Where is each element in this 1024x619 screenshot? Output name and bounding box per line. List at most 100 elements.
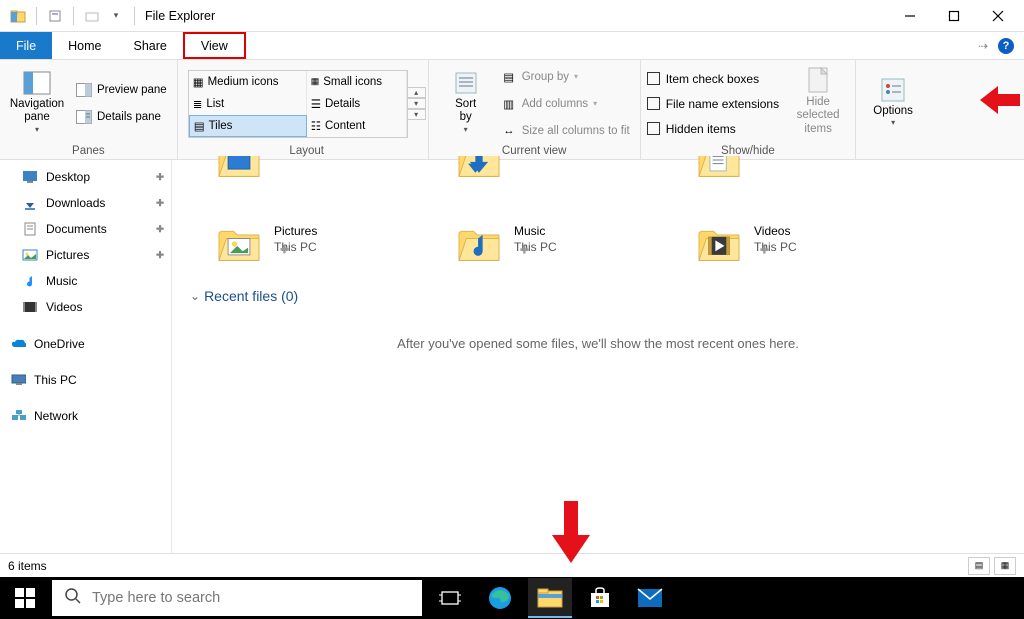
size-columns-icon: ↔ [501, 123, 517, 139]
ribbon-group-options: Options ▾ [856, 60, 930, 159]
layout-details[interactable]: ☰Details [307, 93, 407, 115]
new-folder-icon[interactable] [82, 6, 102, 26]
recent-files-empty-message: After you've opened some files, we'll sh… [182, 336, 1014, 351]
hide-selected-items-button[interactable]: Hide selected items [787, 64, 849, 138]
ribbon-view: Navigation pane ▾ Preview pane Details p… [0, 60, 1024, 160]
customize-qat-dropdown-icon[interactable]: ▾ [106, 6, 126, 26]
sidebar-item-documents[interactable]: Documents✖ [0, 216, 171, 242]
group-by-button[interactable]: ▤Group by▾ [497, 65, 634, 89]
group-by-icon: ▤ [501, 69, 517, 85]
layout-down-icon[interactable]: ▾ [408, 98, 426, 109]
hide-items-icon [803, 66, 833, 96]
pin-icon: ✖ [152, 222, 166, 236]
folder-icon [22, 195, 38, 211]
mail-taskbar-icon[interactable] [628, 578, 672, 618]
tile-pictures[interactable]: PicturesThis PC✖ [212, 220, 432, 284]
pin-icon: ✖ [275, 156, 315, 183]
details-view-button[interactable]: ▤ [968, 557, 990, 575]
navigation-pane[interactable]: Desktop✖Downloads✖Documents✖Pictures✖Mus… [0, 160, 172, 553]
tab-share[interactable]: Share [118, 32, 183, 59]
folder-documents-icon [696, 156, 744, 188]
sidebar-root-onedrive[interactable]: OneDrive [0, 330, 171, 358]
folder-icon [22, 247, 38, 263]
sidebar-item-pictures[interactable]: Pictures✖ [0, 242, 171, 268]
maximize-button[interactable] [932, 1, 976, 31]
layout-small-icons[interactable]: ▦Small icons [307, 71, 407, 93]
layout-list[interactable]: ≣List [189, 93, 307, 115]
sidebar-item-desktop[interactable]: Desktop✖ [0, 164, 171, 190]
tile-music[interactable]: MusicThis PC✖ [452, 220, 672, 284]
sort-by-button[interactable]: Sort by ▾ [435, 64, 497, 138]
sidebar-item-videos[interactable]: Videos [0, 294, 171, 320]
details-pane-button[interactable]: Details pane [72, 105, 171, 129]
task-view-button[interactable] [428, 578, 472, 618]
layout-tiles[interactable]: ▤Tiles [189, 115, 307, 137]
help-icon[interactable]: ? [998, 38, 1014, 54]
layout-more-icon[interactable]: ▾ [408, 109, 426, 120]
title-bar: ▾ File Explorer [0, 0, 1024, 32]
content-area[interactable]: This PC✖This PC✖This PC✖ PicturesThis PC… [172, 160, 1024, 553]
recent-files-header[interactable]: ⌄ Recent files (0) [190, 288, 1014, 304]
minimize-ribbon-icon[interactable]: ⇢ [978, 39, 988, 53]
sidebar-item-music[interactable]: Music [0, 268, 171, 294]
onedrive-icon [10, 336, 26, 352]
sidebar-root-this-pc[interactable]: This PC [0, 366, 171, 394]
item-check-boxes-checkbox[interactable]: Item check boxes [647, 68, 779, 90]
sidebar-item-downloads[interactable]: Downloads✖ [0, 190, 171, 216]
navigation-pane-button[interactable]: Navigation pane ▾ [6, 64, 68, 138]
sidebar-root-network[interactable]: Network [0, 402, 171, 430]
navigation-pane-icon [22, 68, 52, 98]
tile-documents[interactable]: This PC✖ [692, 156, 912, 200]
folder-icon [22, 169, 38, 185]
add-columns-button[interactable]: ▥Add columns▾ [497, 92, 634, 116]
file-name-extensions-checkbox[interactable]: File name extensions [647, 93, 779, 115]
checkbox-icon [647, 122, 660, 135]
tile-videos[interactable]: VideosThis PC✖ [692, 220, 912, 284]
add-columns-icon: ▥ [501, 96, 517, 112]
close-button[interactable] [976, 1, 1020, 31]
chevron-down-icon: ⌄ [190, 289, 200, 303]
status-item-count: 6 items [8, 559, 47, 573]
ribbon-tabs: File Home Share View ⇢ ? [0, 32, 1024, 60]
window-title: File Explorer [145, 9, 215, 23]
tile-downloads[interactable]: This PC✖ [452, 156, 672, 200]
ribbon-group-current-view: Sort by ▾ ▤Group by▾ ▥Add columns▾ ↔Size… [429, 60, 641, 159]
network-icon [10, 408, 26, 424]
large-icons-view-button[interactable]: ▦ [994, 557, 1016, 575]
edge-taskbar-icon[interactable] [478, 578, 522, 618]
tab-view[interactable]: View [183, 32, 246, 59]
preview-pane-button[interactable]: Preview pane [72, 78, 171, 102]
file-explorer-taskbar-icon[interactable] [528, 578, 572, 618]
options-icon [878, 75, 908, 105]
tile-desktop[interactable]: This PC✖ [212, 156, 432, 200]
folder-downloads-icon [456, 156, 504, 188]
ribbon-group-show-hide: Item check boxes File name extensions Hi… [641, 60, 856, 159]
pin-icon: ✖ [152, 196, 166, 210]
microsoft-store-taskbar-icon[interactable] [578, 578, 622, 618]
layout-up-icon[interactable]: ▴ [408, 87, 426, 98]
minimize-button[interactable] [888, 1, 932, 31]
pin-icon: ✖ [755, 156, 795, 183]
pin-icon: ✖ [515, 156, 555, 183]
size-all-columns-button[interactable]: ↔Size all columns to fit [497, 119, 634, 143]
taskbar-search[interactable]: Type here to search [52, 580, 422, 616]
options-button[interactable]: Options ▾ [862, 64, 924, 138]
folder-desktop-icon [216, 156, 264, 188]
folder-icon [22, 273, 38, 289]
tab-file[interactable]: File [0, 32, 52, 59]
this-pc-icon [10, 372, 26, 388]
layout-gallery[interactable]: ▦Medium icons ▦Small icons ≣List ☰Detail… [188, 70, 408, 138]
layout-content[interactable]: ☷Content [307, 115, 407, 137]
explorer-app-icon [10, 8, 26, 24]
annotation-arrow-right [980, 86, 1020, 117]
properties-icon[interactable] [45, 6, 65, 26]
tab-home[interactable]: Home [52, 32, 117, 59]
hidden-items-checkbox[interactable]: Hidden items [647, 118, 779, 140]
pin-icon: ✖ [152, 248, 166, 262]
status-bar: 6 items ▤ ▦ [0, 553, 1024, 577]
sort-icon [451, 68, 481, 98]
start-button[interactable] [4, 578, 46, 618]
folder-pictures-icon [216, 224, 264, 272]
folder-icon [22, 221, 38, 237]
layout-medium-icons[interactable]: ▦Medium icons [189, 71, 307, 93]
